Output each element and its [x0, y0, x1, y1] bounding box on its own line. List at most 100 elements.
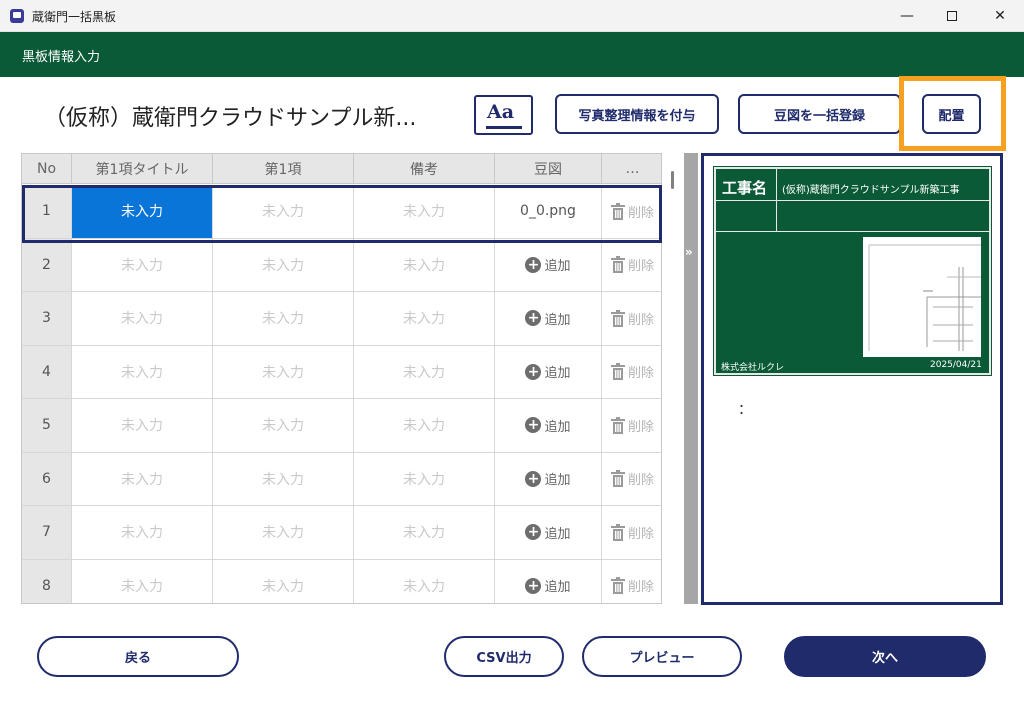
item1-title-cell[interactable]: 未入力: [72, 238, 213, 291]
delete-row-button[interactable]: 削除: [610, 416, 654, 435]
add-drawing-button[interactable]: + 追加: [525, 255, 571, 275]
item1-title-cell[interactable]: 未入力: [72, 292, 213, 345]
add-label: 追加: [544, 259, 571, 275]
row-number: 1: [22, 185, 72, 238]
font-settings-button[interactable]: Aa: [474, 95, 533, 135]
plus-circle-icon: +: [525, 417, 542, 434]
board-divider: [716, 200, 989, 201]
add-drawing-button[interactable]: + 追加: [525, 576, 571, 596]
remarks-cell[interactable]: 未入力: [354, 238, 495, 291]
remarks-cell[interactable]: 未入力: [354, 559, 495, 603]
table-row[interactable]: 4 未入力 未入力 未入力 + 追加 削除: [22, 345, 661, 399]
item1-cell[interactable]: 未入力: [213, 559, 354, 603]
delete-cell: 削除: [602, 292, 661, 345]
delete-label: 削除: [627, 580, 654, 596]
board-date: 2025/04/21: [930, 360, 982, 370]
item1-title-cell[interactable]: 未入力: [72, 452, 213, 505]
item1-cell[interactable]: 未入力: [213, 399, 354, 452]
row-number: 8: [22, 559, 72, 603]
maximize-icon: [947, 11, 957, 21]
window-title: 蔵衛門一括黒板: [32, 10, 117, 24]
blackboard-table: No 第1項タイトル 第1項 備考 豆図 … 1 未入力 未入力 未入力 0_0.png…: [21, 153, 662, 604]
item1-cell[interactable]: 未入力: [213, 238, 354, 291]
mini-drawing-cell: + 追加: [495, 292, 602, 345]
photo-info-button[interactable]: 写真整理情報を付与: [555, 94, 719, 134]
add-label: 追加: [544, 580, 571, 596]
delete-label: 削除: [627, 366, 654, 382]
add-drawing-button[interactable]: + 追加: [525, 309, 571, 328]
delete-cell: 削除: [602, 453, 661, 506]
delete-cell: 削除: [602, 506, 661, 559]
mini-drawing-cell: + 追加: [495, 452, 602, 505]
delete-label: 削除: [627, 259, 654, 275]
table-scrollbar[interactable]: [666, 153, 680, 604]
delete-cell: 削除: [602, 239, 661, 292]
remarks-cell[interactable]: 未入力: [354, 292, 495, 345]
item1-cell[interactable]: 未入力: [213, 345, 354, 398]
table-row[interactable]: 8 未入力 未入力 未入力 + 追加 削除: [22, 559, 661, 604]
table-row[interactable]: 2 未入力 未入力 未入力 + 追加 削除: [22, 238, 661, 292]
remarks-cell[interactable]: 未入力: [354, 452, 495, 505]
item1-cell[interactable]: 未入力: [213, 506, 354, 559]
delete-cell: 削除: [602, 560, 661, 604]
mini-drawing-image: [863, 237, 981, 357]
table-row[interactable]: 3 未入力 未入力 未入力 + 追加 削除: [22, 292, 661, 346]
item1-cell[interactable]: 未入力: [213, 452, 354, 505]
add-drawing-button[interactable]: + 追加: [525, 469, 571, 488]
item1-title-cell[interactable]: 未入力: [72, 399, 213, 452]
bulk-register-button[interactable]: 豆図を一括登録: [738, 94, 901, 134]
delete-label: 削除: [627, 419, 654, 435]
item1-title-cell[interactable]: 未入力: [72, 559, 213, 603]
maximize-button[interactable]: [929, 0, 975, 32]
delete-label: 削除: [627, 312, 654, 328]
back-button[interactable]: 戻る: [37, 636, 239, 677]
preview-button[interactable]: プレビュー: [582, 636, 742, 677]
preview-separator: ：: [738, 402, 752, 418]
delete-row-button[interactable]: 削除: [610, 255, 654, 275]
item1-title-cell[interactable]: 未入力: [72, 506, 213, 559]
remarks-cell[interactable]: 未入力: [354, 506, 495, 559]
window-titlebar: 蔵衛門一括黒板 — ✕: [0, 0, 1024, 32]
delete-row-button[interactable]: 削除: [610, 523, 654, 542]
remarks-cell[interactable]: 未入力: [354, 185, 495, 238]
item1-cell[interactable]: 未入力: [213, 292, 354, 345]
panel-divider[interactable]: »: [684, 153, 698, 604]
item1-cell[interactable]: 未入力: [213, 185, 354, 238]
layout-button-highlight: [899, 76, 1006, 151]
column-header-more[interactable]: …: [602, 154, 661, 184]
item1-title-cell[interactable]: 未入力: [72, 345, 213, 398]
delete-cell: 削除: [602, 346, 661, 399]
remarks-cell[interactable]: 未入力: [354, 399, 495, 452]
column-header-no: No: [22, 154, 72, 184]
trash-icon: [610, 309, 625, 327]
add-drawing-button[interactable]: + 追加: [525, 362, 571, 381]
delete-row-button[interactable]: 削除: [610, 576, 654, 596]
add-drawing-button[interactable]: + 追加: [525, 416, 571, 435]
delete-row-button[interactable]: 削除: [610, 202, 654, 221]
mini-drawing-filename[interactable]: 0_0.png: [495, 185, 602, 238]
add-label: 追加: [544, 312, 571, 328]
trash-icon: [610, 256, 625, 274]
item1-title-cell[interactable]: 未入力: [72, 185, 213, 238]
table-row[interactable]: 7 未入力 未入力 未入力 + 追加 削除: [22, 506, 661, 560]
minimize-button[interactable]: —: [884, 0, 930, 32]
table-row[interactable]: 1 未入力 未入力 未入力 0_0.png 削除: [22, 185, 661, 239]
trash-icon: [610, 577, 625, 595]
project-title: （仮称）蔵衛門クラウドサンプル新...: [44, 106, 417, 131]
delete-row-button[interactable]: 削除: [610, 362, 654, 382]
table-row[interactable]: 5 未入力 未入力 未入力 + 追加 削除: [22, 399, 661, 453]
blackboard-preview: 工事名 (仮称)蔵衛門クラウドサンプル新築工事 株式会社ルクレ 2025/04/…: [701, 153, 1003, 605]
close-button[interactable]: ✕: [977, 0, 1023, 32]
csv-export-button[interactable]: CSV出力: [444, 636, 564, 677]
row-number: 2: [22, 238, 72, 291]
column-header-item1-title: 第1項タイトル: [72, 154, 213, 184]
column-header-mini-drawing: 豆図: [495, 154, 602, 184]
scrollbar-thumb[interactable]: [671, 171, 674, 189]
add-drawing-button[interactable]: + 追加: [525, 523, 571, 542]
remarks-cell[interactable]: 未入力: [354, 345, 495, 398]
table-header: No 第1項タイトル 第1項 備考 豆図 …: [22, 154, 661, 184]
table-row[interactable]: 6 未入力 未入力 未入力 + 追加 削除: [22, 452, 661, 506]
next-button[interactable]: 次へ: [784, 636, 986, 677]
delete-row-button[interactable]: 削除: [610, 309, 654, 328]
delete-row-button[interactable]: 削除: [610, 469, 654, 488]
